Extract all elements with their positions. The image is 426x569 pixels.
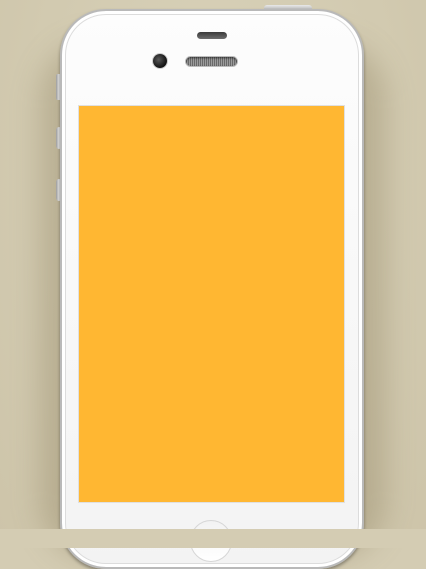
- proximity-sensor: [197, 32, 227, 39]
- earpiece-speaker: [186, 57, 237, 66]
- page-bottom-band: [0, 529, 426, 548]
- front-camera-icon: [153, 54, 167, 68]
- phone-screen[interactable]: [79, 106, 344, 502]
